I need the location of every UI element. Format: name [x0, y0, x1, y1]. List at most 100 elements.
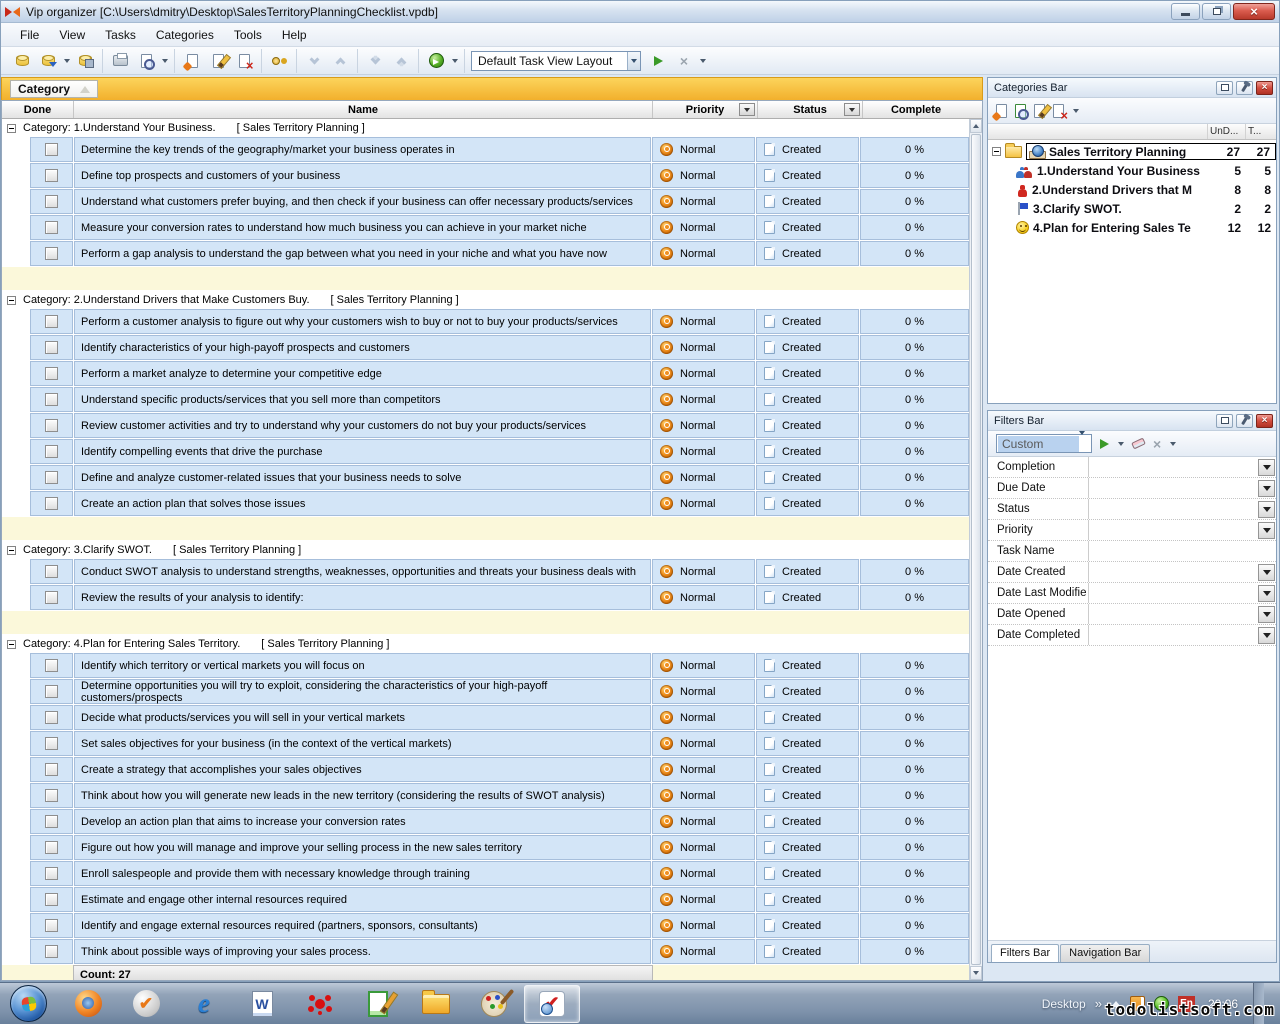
column-header-done[interactable]: Done — [2, 101, 74, 118]
task-checkbox[interactable] — [45, 945, 58, 958]
filter-dropdown-icon[interactable] — [1258, 480, 1275, 497]
task-status-cell[interactable]: Created — [756, 387, 859, 412]
tree-column-undone[interactable]: UnD... — [1208, 124, 1246, 139]
close-button[interactable]: × — [1233, 3, 1275, 20]
minimize-button[interactable] — [1171, 3, 1200, 20]
start-button[interactable] — [10, 985, 47, 1022]
task-priority-cell[interactable]: Normal — [652, 137, 755, 162]
filters-pin-button[interactable] — [1236, 414, 1253, 428]
title-bar[interactable]: Vip organizer [C:\Users\dmitry\Desktop\S… — [1, 1, 1279, 23]
task-row[interactable]: Perform a customer analysis to figure ou… — [2, 309, 969, 334]
task-priority-cell[interactable]: Normal — [652, 653, 755, 678]
edit-category-icon[interactable] — [1034, 104, 1045, 118]
new-task-icon[interactable] — [181, 51, 203, 71]
task-priority-cell[interactable]: Normal — [652, 705, 755, 730]
categories-bar-header[interactable]: Categories Bar × — [988, 78, 1276, 98]
task-checkbox[interactable] — [45, 367, 58, 380]
layout-dropdown-icon[interactable] — [700, 59, 706, 63]
task-checkbox[interactable] — [45, 169, 58, 182]
delete-category-icon[interactable] — [1053, 104, 1064, 118]
task-name-cell[interactable]: Enroll salespeople and provide them with… — [74, 861, 651, 886]
task-row[interactable]: Define top prospects and customers of yo… — [2, 163, 969, 188]
task-row[interactable]: Conduct SWOT analysis to understand stre… — [2, 559, 969, 584]
task-status-cell[interactable]: Created — [756, 413, 859, 438]
filter-row[interactable]: Priority — [988, 520, 1276, 541]
filter-preset-combo[interactable]: Custom — [996, 434, 1092, 453]
task-status-cell[interactable]: Created — [756, 705, 859, 730]
task-row[interactable]: Create an action plan that solves those … — [2, 491, 969, 516]
task-status-cell[interactable]: Created — [756, 679, 859, 704]
apply-filter-icon[interactable] — [1100, 439, 1109, 449]
save-database-icon[interactable] — [74, 51, 96, 71]
task-name-cell[interactable]: Create an action plan that solves those … — [74, 491, 651, 516]
task-priority-cell[interactable]: Normal — [652, 939, 755, 964]
taskbar-app-notes[interactable] — [350, 985, 406, 1023]
task-row[interactable]: Determine the key trends of the geograph… — [2, 137, 969, 162]
task-row[interactable]: Review customer activities and try to un… — [2, 413, 969, 438]
find-tasks-icon[interactable] — [268, 51, 290, 71]
filter-value-field[interactable] — [1088, 625, 1276, 645]
task-checkbox[interactable] — [45, 815, 58, 828]
task-checkbox[interactable] — [45, 221, 58, 234]
task-row[interactable]: Perform a market analyze to determine yo… — [2, 361, 969, 386]
task-name-cell[interactable]: Understand what customers prefer buying,… — [74, 189, 651, 214]
task-name-cell[interactable]: Define top prospects and customers of yo… — [74, 163, 651, 188]
task-checkbox[interactable] — [45, 841, 58, 854]
task-checkbox[interactable] — [45, 685, 58, 698]
task-row[interactable]: Decide what products/services you will s… — [2, 705, 969, 730]
print-preview-icon[interactable] — [135, 51, 157, 71]
task-name-cell[interactable]: Identify characteristics of your high-pa… — [74, 335, 651, 360]
task-row[interactable]: Think about how you will generate new le… — [2, 783, 969, 808]
filter-value-field[interactable] — [1088, 457, 1276, 477]
task-priority-cell[interactable]: Normal — [652, 309, 755, 334]
filter-row[interactable]: Date Opened — [988, 604, 1276, 625]
task-name-cell[interactable]: Perform a market analyze to determine yo… — [74, 361, 651, 386]
filter-value-field[interactable] — [1088, 583, 1276, 603]
task-checkbox[interactable] — [45, 341, 58, 354]
filter-dropdown-icon[interactable] — [1258, 459, 1275, 476]
scrollbar-thumb[interactable] — [971, 134, 981, 965]
edit-task-icon[interactable] — [207, 51, 229, 71]
task-name-cell[interactable]: Create a strategy that accomplishes your… — [74, 757, 651, 782]
task-priority-cell[interactable]: Normal — [652, 387, 755, 412]
task-priority-cell[interactable]: Normal — [652, 913, 755, 938]
task-row[interactable]: Set sales objectives for your business (… — [2, 731, 969, 756]
tab-filters-bar[interactable]: Filters Bar — [991, 944, 1059, 962]
filters-toolbar-dropdown-icon[interactable] — [1170, 442, 1176, 446]
task-row[interactable]: Review the results of your analysis to i… — [2, 585, 969, 610]
task-name-cell[interactable]: Identify which territory or vertical mar… — [74, 653, 651, 678]
print-icon[interactable] — [109, 51, 131, 71]
move-bottom-icon[interactable] — [364, 51, 386, 71]
delete-layout-icon[interactable]: × — [673, 51, 695, 71]
menu-item-file[interactable]: File — [11, 25, 48, 45]
delete-task-icon[interactable] — [233, 51, 255, 71]
open-database-dropdown-icon[interactable] — [64, 59, 70, 63]
clear-filter-icon[interactable] — [1132, 440, 1145, 447]
task-name-cell[interactable]: Conduct SWOT analysis to understand stre… — [74, 559, 651, 584]
categories-restore-button[interactable] — [1216, 81, 1233, 95]
task-checkbox[interactable] — [45, 419, 58, 432]
task-status-cell[interactable]: Created — [756, 757, 859, 782]
menu-item-help[interactable]: Help — [273, 25, 316, 45]
scroll-down-icon[interactable] — [970, 966, 982, 980]
task-priority-cell[interactable]: Normal — [652, 887, 755, 912]
task-checkbox[interactable] — [45, 867, 58, 880]
task-row[interactable]: Define and analyze customer-related issu… — [2, 465, 969, 490]
online-service-icon[interactable] — [425, 51, 447, 71]
new-database-icon[interactable] — [11, 51, 33, 71]
taskbar-app-red-creature[interactable] — [292, 985, 348, 1023]
layout-combo-dropdown-icon[interactable] — [627, 52, 640, 70]
task-priority-cell[interactable]: Normal — [652, 559, 755, 584]
task-name-cell[interactable]: Think about how you will generate new le… — [74, 783, 651, 808]
menu-item-view[interactable]: View — [50, 25, 94, 45]
apply-filter-dropdown-icon[interactable] — [1118, 442, 1124, 446]
collapse-icon[interactable] — [7, 296, 16, 305]
task-row[interactable]: Identify and engage external resources r… — [2, 913, 969, 938]
taskbar-app-internet-explorer[interactable]: e — [176, 985, 232, 1023]
filter-row[interactable]: Date Last Modifie — [988, 583, 1276, 604]
task-checkbox[interactable] — [45, 659, 58, 672]
task-name-cell[interactable]: Perform a gap analysis to understand the… — [74, 241, 651, 266]
task-priority-cell[interactable]: Normal — [652, 585, 755, 610]
filter-dropdown-icon[interactable] — [1258, 585, 1275, 602]
filter-row[interactable]: Status — [988, 499, 1276, 520]
